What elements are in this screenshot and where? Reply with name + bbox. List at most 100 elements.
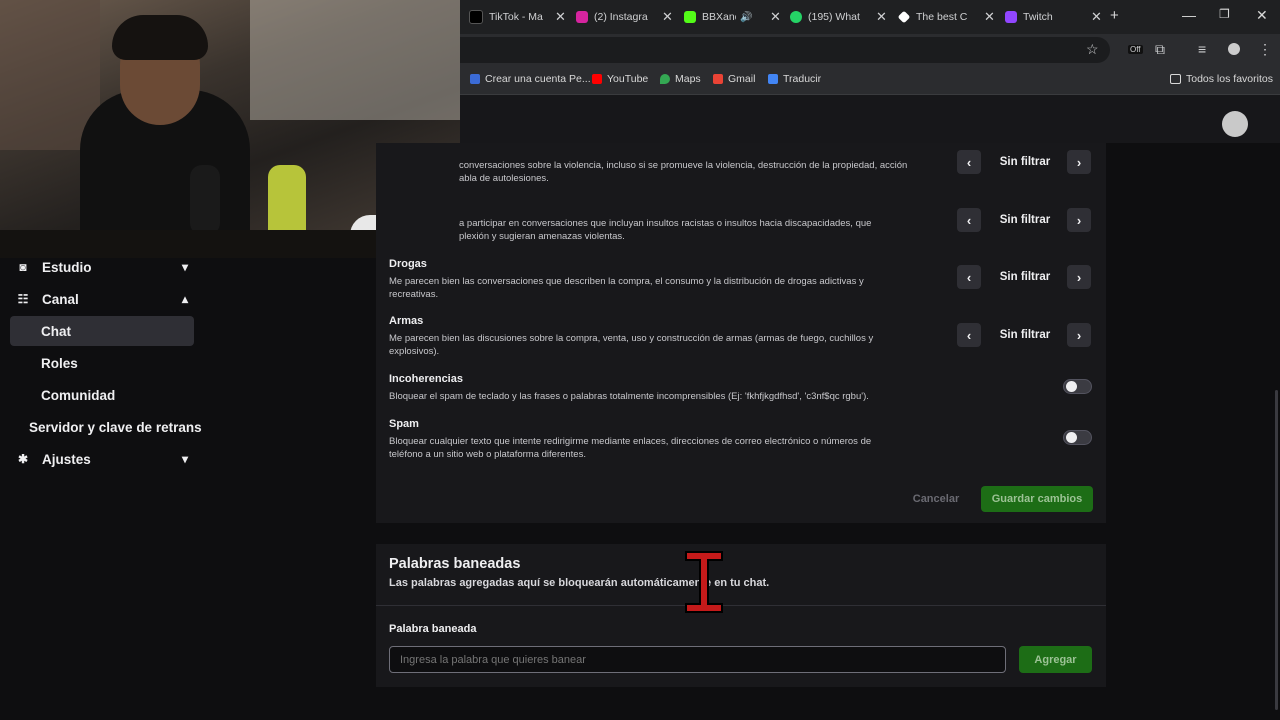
chevron-up-icon: ▴ <box>181 292 188 306</box>
decrease-button[interactable]: ‹ <box>957 150 981 174</box>
whatsapp-icon <box>790 11 802 23</box>
bookmark-crear-cuenta[interactable]: Crear una cuenta Pe... <box>470 73 591 85</box>
close-icon[interactable]: ✕ <box>984 9 995 25</box>
filter-level: Sin filtrar <box>999 156 1051 168</box>
sidebar-label: Estudio <box>42 259 92 275</box>
address-bar[interactable] <box>445 37 1110 63</box>
bookmark-maps[interactable]: Maps <box>660 73 701 85</box>
add-button[interactable]: Agregar <box>1019 646 1092 673</box>
tab-title: The best C <box>916 11 968 23</box>
restore-icon[interactable]: ❐ <box>1219 7 1230 21</box>
filter-level: Sin filtrar <box>999 271 1051 283</box>
tab-kick[interactable]: BBXand 🔊 ✕ <box>684 6 781 28</box>
youtube-icon <box>592 74 602 84</box>
bookmark-label: YouTube <box>607 73 649 85</box>
tab-tiktok[interactable]: TikTok - Ma ✕ <box>469 6 566 28</box>
sidebar-item-chat[interactable]: Chat <box>10 316 194 346</box>
close-icon[interactable]: ✕ <box>1091 9 1102 25</box>
translate-icon <box>768 74 778 84</box>
instagram-icon <box>576 11 588 23</box>
close-icon[interactable]: ✕ <box>770 9 781 25</box>
filter-description: a participar en conversaciones que inclu… <box>459 218 872 242</box>
tab-whatsapp[interactable]: (195) What ✕ <box>790 6 887 28</box>
sidebar-item-ajustes[interactable]: ✱ Ajustes ▾ <box>10 444 194 474</box>
sidebar-item-estudio[interactable]: ◙ Estudio ▾ <box>10 252 194 282</box>
save-changes-button[interactable]: Guardar cambios <box>981 486 1093 512</box>
kick-icon <box>684 11 696 23</box>
gear-icon: ✱ <box>17 452 29 466</box>
sidebar-item-canal[interactable]: ☷ Canal ▴ <box>10 284 194 314</box>
tab-instagram[interactable]: (2) Instagra ✕ <box>576 6 673 28</box>
new-tab-button[interactable]: + <box>1110 7 1119 24</box>
sidebar-item-comunidad[interactable]: Comunidad <box>10 380 194 410</box>
filter-level: Sin filtrar <box>999 214 1051 226</box>
sidebar-label: Chat <box>41 323 71 339</box>
sidebar-item-servidor[interactable]: Servidor y clave de retrans <box>10 412 210 442</box>
close-icon[interactable]: ✕ <box>555 9 566 25</box>
maps-icon <box>660 74 670 84</box>
filter-description: Me parecen bien las discusiones sobre la… <box>389 333 874 357</box>
tab-the-best[interactable]: The best C ✕ <box>897 6 995 28</box>
sidebar-label: Canal <box>42 291 79 307</box>
folder-icon <box>1170 74 1181 84</box>
filter-title: Drogas <box>389 258 427 270</box>
bookmark-label: Gmail <box>728 73 756 85</box>
decrease-button[interactable]: ‹ <box>957 208 981 232</box>
increase-button[interactable]: › <box>1067 150 1091 174</box>
menu-icon[interactable]: ⋮ <box>1258 41 1272 58</box>
increase-button[interactable]: › <box>1067 265 1091 289</box>
extensions-icon[interactable]: ⧉ <box>1155 41 1165 58</box>
close-icon[interactable]: ✕ <box>662 9 673 25</box>
diamond-icon <box>897 10 911 24</box>
filter-title: Armas <box>389 315 424 327</box>
scrollbar[interactable] <box>1275 390 1278 710</box>
twitch-icon <box>1005 11 1017 23</box>
tab-title: TikTok - Ma <box>489 11 543 23</box>
close-icon[interactable]: ✕ <box>876 9 887 25</box>
incoherencias-toggle[interactable] <box>1063 379 1092 394</box>
toggle-knob <box>1066 381 1077 392</box>
increase-button[interactable]: › <box>1067 323 1091 347</box>
chevron-down-icon: ▾ <box>181 260 188 274</box>
spam-toggle[interactable] <box>1063 430 1092 445</box>
sidebar-label: Roles <box>41 355 78 371</box>
filter-description: Bloquear cualquier texto que intente red… <box>389 436 872 460</box>
extension-off-badge[interactable]: Off <box>1128 45 1143 54</box>
decrease-button[interactable]: ‹ <box>957 323 981 347</box>
field-label: Palabra baneada <box>389 623 477 635</box>
sidebar-label: Comunidad <box>41 387 116 403</box>
increase-button[interactable]: › <box>1067 208 1091 232</box>
bookmark-label: Crear una cuenta Pe... <box>485 73 591 85</box>
gmail-icon <box>713 74 723 84</box>
media-controls-icon[interactable]: ≡ <box>1198 41 1206 57</box>
bookmark-traducir[interactable]: Traducir <box>768 73 821 85</box>
filter-title: Spam <box>389 418 419 430</box>
minimize-icon[interactable]: — <box>1182 7 1196 23</box>
toggle-knob <box>1066 432 1077 443</box>
banned-word-input[interactable] <box>389 646 1006 673</box>
filter-description: Me parecen bien las conversaciones que d… <box>389 276 864 300</box>
filter-description: conversaciones sobre la violencia, inclu… <box>459 160 908 184</box>
channel-icon: ☷ <box>17 292 29 306</box>
bookmark-star-icon[interactable]: ☆ <box>1086 41 1099 58</box>
tab-title: Twitch <box>1023 11 1053 23</box>
avatar[interactable] <box>1222 111 1248 137</box>
divider <box>376 605 1106 606</box>
bookmark-label: Maps <box>675 73 701 85</box>
section-title: Palabras baneadas <box>389 556 521 572</box>
sidebar-label: Servidor y clave de retrans <box>29 419 202 435</box>
cancel-button[interactable]: Cancelar <box>900 487 972 511</box>
tab-title: (2) Instagra <box>594 11 648 23</box>
bookmark-youtube[interactable]: YouTube <box>592 73 648 85</box>
speaker-icon[interactable]: 🔊 <box>740 12 752 23</box>
sidebar-item-roles[interactable]: Roles <box>10 348 194 378</box>
tab-twitch[interactable]: Twitch ✕ <box>1005 6 1102 28</box>
all-favorites-folder[interactable]: Todos los favoritos <box>1170 73 1273 85</box>
text-cursor-icon <box>685 551 723 613</box>
chevron-down-icon: ▾ <box>181 452 188 466</box>
window-close-icon[interactable]: ✕ <box>1256 7 1268 24</box>
tab-title: (195) What <box>808 11 860 23</box>
decrease-button[interactable]: ‹ <box>957 265 981 289</box>
profile-icon[interactable] <box>1228 43 1240 55</box>
bookmark-gmail[interactable]: Gmail <box>713 73 755 85</box>
